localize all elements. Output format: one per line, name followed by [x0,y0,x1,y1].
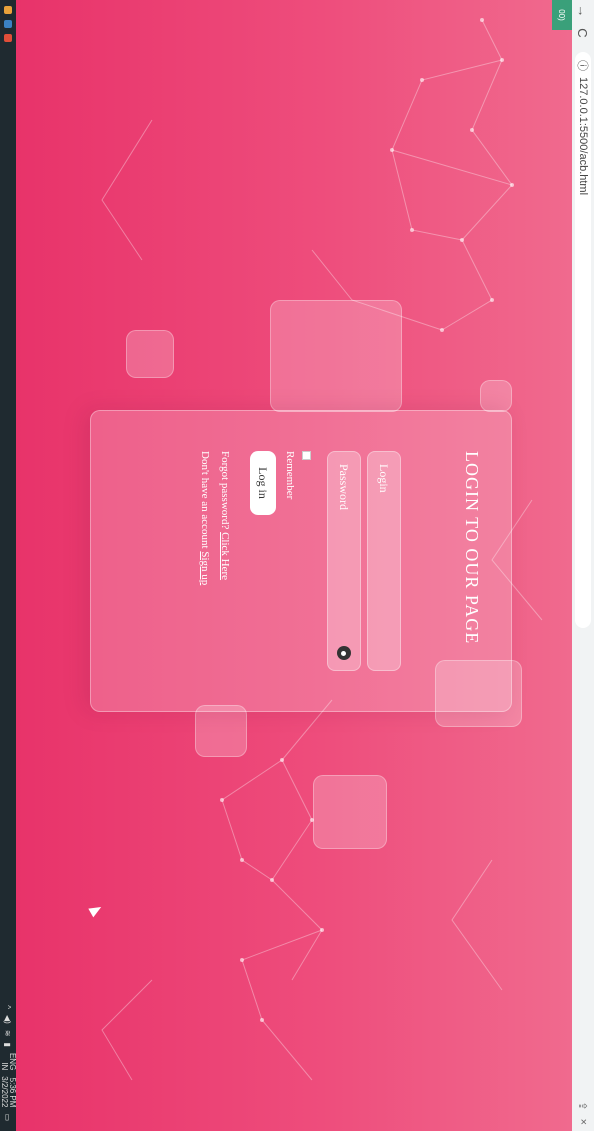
remember-row [302,451,311,460]
decor-square [126,330,174,378]
info-icon[interactable]: ⓘ [575,60,591,71]
app-icon[interactable] [4,20,12,28]
decor-square [270,300,402,412]
forgot-text: Forgot password? [219,451,231,530]
battery-icon[interactable]: ▮ [4,1043,13,1047]
login-page: LOGIN TO OUR PAGE Remember Log in Forgot… [16,0,572,1131]
remember-checkbox[interactable] [302,451,311,460]
decor-square [195,705,247,757]
side-badge: 00) [552,0,572,30]
clock[interactable]: 5:36 PM 3/2/2022 [0,1076,17,1108]
clock-time: 5:36 PM [8,1077,17,1108]
volume-icon[interactable]: ◀) [4,1015,13,1024]
language-indicator[interactable]: ENG IN [0,1052,17,1071]
sign-up-link[interactable]: Sign up [199,551,211,585]
eye-icon[interactable] [337,646,351,660]
clock-date: 3/2/2022 [0,1076,9,1108]
signup-text: Don't have an account [199,451,211,549]
login-field[interactable] [367,451,401,671]
click-here-link[interactable]: Click Here [219,532,231,580]
taskbar: ^ ◀) ≋ ▮ ENG IN 5:36 PM 3/2/2022 ▭ [0,0,17,1131]
signup-line: Don't have an account Sign up [199,451,211,585]
wifi-icon[interactable]: ≋ [4,1030,13,1037]
chevron-up-icon[interactable]: ^ [4,1005,13,1009]
address-bar[interactable]: ⓘ 127.0.0.1:5500/acb.html [575,52,591,628]
login-input[interactable] [375,462,393,660]
app-icon[interactable] [4,6,12,14]
address-text: 127.0.0.1:5500/acb.html [577,77,589,196]
remember-label: Remember [284,451,296,500]
language-sub: IN [0,1062,9,1071]
browser-toolbar: → C ⓘ 127.0.0.1:5500/acb.html ⇪ × [571,0,594,1131]
side-badge-text: 00) [557,9,567,21]
decor-square [480,380,512,412]
password-field[interactable] [327,451,361,671]
reload-icon[interactable]: C [572,22,594,44]
taskbar-apps [4,0,12,42]
app-icon[interactable] [4,34,12,42]
browser-actions: ⇪ × [577,1101,590,1131]
forgot-password-line: Forgot password? Click Here [219,451,231,580]
decor-square [313,775,387,849]
system-tray: ^ ◀) ≋ ▮ ENG IN 5:36 PM 3/2/2022 ▭ [0,1005,17,1131]
language-text: ENG [8,1052,17,1071]
back-arrow-icon[interactable]: → [572,0,594,22]
rotated-screen: → C ⓘ 127.0.0.1:5500/acb.html ⇪ × LOGIN … [0,0,594,1131]
notification-icon[interactable]: ▭ [4,1113,13,1121]
login-card: LOGIN TO OUR PAGE Remember Log in Forgot… [90,410,512,712]
share-icon[interactable]: ⇪ [577,1101,590,1110]
login-button[interactable]: Log in [250,451,276,515]
password-input[interactable] [335,462,353,646]
viewport: → C ⓘ 127.0.0.1:5500/acb.html ⇪ × LOGIN … [0,0,594,1131]
login-title: LOGIN TO OUR PAGE [462,451,482,645]
close-icon[interactable]: × [577,1119,589,1125]
